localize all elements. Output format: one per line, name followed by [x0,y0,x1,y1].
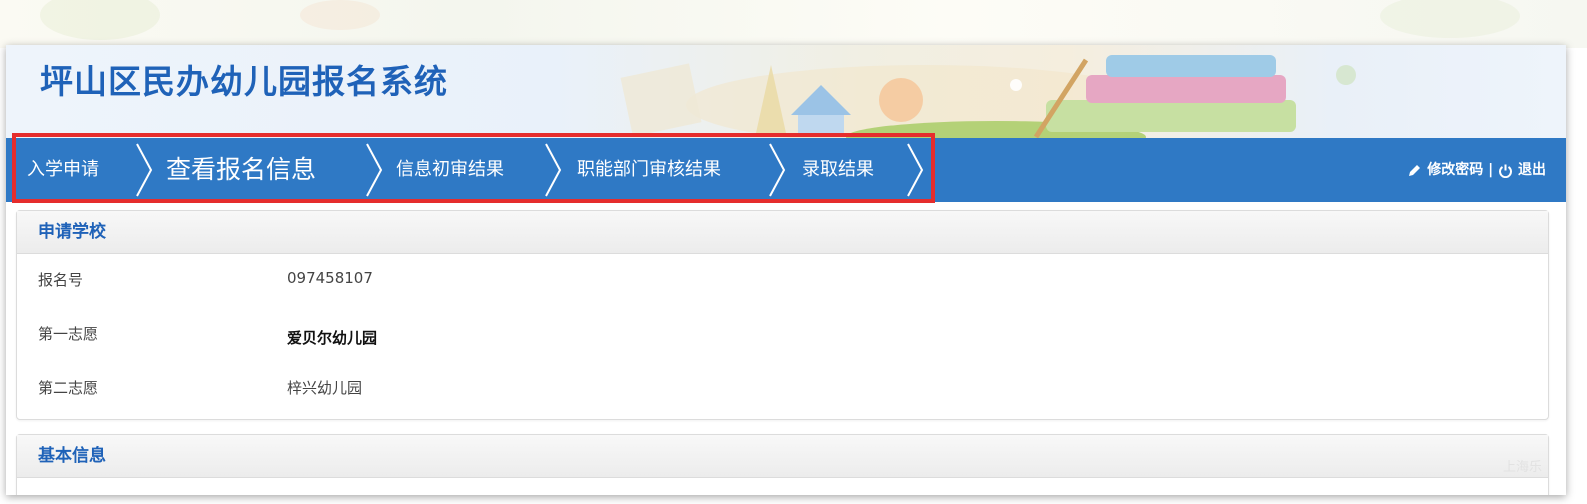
chevron-right-icon [769,143,786,197]
link-separator: | [1488,162,1494,178]
nav-step-view-info[interactable]: 查看报名信息 [166,138,316,202]
illustration-bubble [1010,79,1022,91]
illustration-bubble [1336,65,1356,85]
power-icon [1499,164,1513,178]
registration-number-value: 097458107 [287,269,373,287]
page-background [0,0,1587,48]
user-links: 修改密码 | 退出 [1407,138,1546,202]
nav-step-apply[interactable]: 入学申请 [27,138,99,202]
illustration-book-bottom [1046,100,1296,132]
second-choice-row: 第二志愿 梓兴幼儿园 [17,377,1548,401]
second-choice-value: 梓兴幼儿园 [287,379,363,397]
change-password-label: 修改密码 [1427,162,1484,178]
app-window: 坪山区民办幼儿园报名系统 入学申请 查看报名信息 信息初审结果 职能部门审核结果… [6,45,1566,495]
basic-info-panel: 基本信息 [16,434,1549,495]
background-leaf-decoration [1380,0,1520,38]
change-password-link[interactable]: 修改密码 [1407,162,1488,178]
illustration-book-top [1106,55,1276,77]
nav-step-department-review[interactable]: 职能部门审核结果 [577,138,721,202]
chevron-right-icon [545,143,562,197]
nav-step-admission-result[interactable]: 录取结果 [802,138,874,202]
school-panel-title: 申请学校 [17,211,1548,254]
second-choice-label: 第二志愿 [38,379,99,397]
illustration-sun [879,78,923,122]
chevron-right-icon [136,143,153,197]
illustration-house [798,115,844,135]
logout-label: 退出 [1518,162,1546,178]
chevron-right-icon [907,143,924,197]
chevron-right-icon [366,143,383,197]
first-choice-label: 第一志愿 [38,325,99,343]
first-choice-row: 第一志愿 爱贝尔幼儿园 [17,323,1548,347]
app-title: 坪山区民办幼儿园报名系统 [40,62,448,101]
pencil-icon [1409,164,1421,176]
nav-step-preliminary-review[interactable]: 信息初审结果 [396,138,504,202]
basic-info-panel-title: 基本信息 [17,435,1548,478]
background-flower-decoration [300,0,380,30]
banner-illustration [620,55,1356,138]
illustration-building [620,63,702,137]
school-panel: 申请学校 报名号 097458107 第一志愿 爱贝尔幼儿园 第二志愿 梓兴幼儿… [16,210,1549,420]
registration-number-row: 报名号 097458107 [17,269,1548,293]
background-leaf-decoration [40,0,160,40]
illustration-book-middle [1086,75,1286,103]
watermark: 上海乐 [1502,460,1542,475]
header-banner: 坪山区民办幼儿园报名系统 [6,45,1566,138]
registration-number-label: 报名号 [38,271,84,289]
first-choice-value: 爱贝尔幼儿园 [287,329,378,347]
logout-link[interactable]: 退出 [1498,162,1546,178]
